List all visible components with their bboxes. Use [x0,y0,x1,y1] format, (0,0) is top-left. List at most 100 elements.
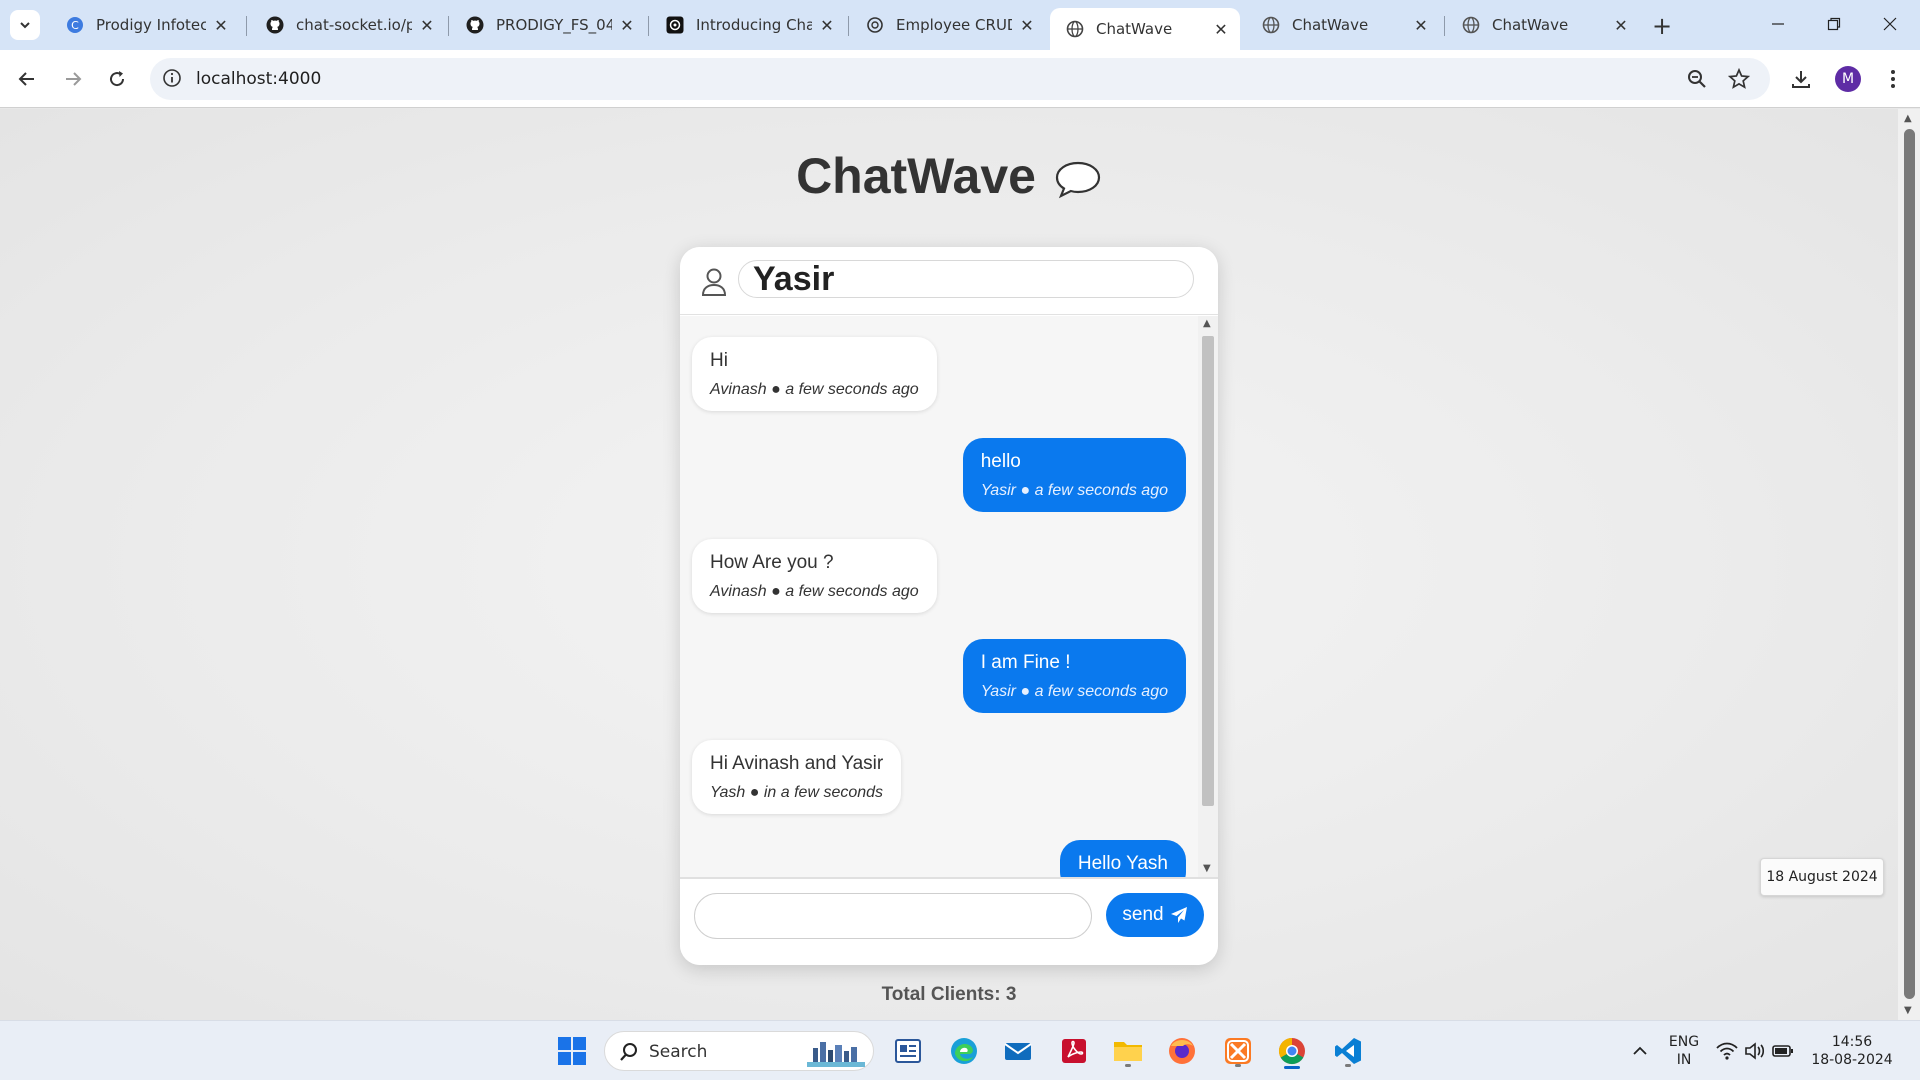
running-indicator [1235,1064,1241,1067]
restore-icon [1827,17,1841,31]
globe-icon [1262,16,1280,34]
start-button[interactable] [552,1031,592,1071]
taskbar-app-widgets[interactable] [888,1031,928,1071]
browser-tab[interactable]: ChatWave ✕ [1446,8,1640,42]
message-input[interactable] [694,893,1092,939]
message-meta: Avinash ● a few seconds ago [710,581,919,603]
tab-search-button[interactable] [10,10,40,40]
meta-separator: ● [771,583,781,600]
message-received: How Are you ? Avinash ● a few seconds ag… [692,539,937,613]
close-icon[interactable]: ✕ [1018,16,1036,35]
taskbar-app-xampp[interactable] [1218,1031,1258,1071]
browser-tab-active[interactable]: ChatWave ✕ [1050,8,1240,50]
tab-title: Employee CRUD [896,16,1012,34]
edge-icon [951,1038,977,1064]
tab-title: ChatWave [1292,16,1369,34]
profile-button[interactable]: M [1831,62,1865,96]
close-icon[interactable]: ✕ [1612,16,1630,35]
language-indicator[interactable]: ENG IN [1664,1033,1704,1069]
message-meta: Yasir ● a few seconds ago [981,681,1168,703]
downloads-button[interactable] [1784,62,1818,96]
back-button[interactable] [10,62,44,96]
close-icon[interactable]: ✕ [818,16,836,35]
browser-tab[interactable]: chat-socket.io/pu ✕ [250,8,446,42]
close-icon[interactable]: ✕ [212,16,230,35]
forward-button[interactable] [56,62,90,96]
browser-tab[interactable]: PRODIGY_FS_04/ ✕ [450,8,646,42]
taskbar-app-explorer[interactable] [1108,1031,1148,1071]
page-content: ChatWave Yasir Hi Avinash ● a few second… [0,109,1898,1020]
clock-date: 18-08-2024 [1811,1052,1893,1068]
new-tab-button[interactable]: + [1648,12,1676,40]
svg-text:C: C [71,19,79,32]
taskbar-app-vscode[interactable] [1328,1031,1368,1071]
message-author: Yasir [980,683,1016,700]
close-window-button[interactable] [1862,0,1918,48]
paper-plane-icon [1170,907,1187,923]
active-indicator [1284,1066,1300,1069]
scroll-down-icon[interactable]: ▼ [1203,863,1211,874]
scroll-up-icon[interactable]: ▲ [1904,113,1912,124]
scrollbar-thumb[interactable] [1202,336,1214,806]
chrome-icon [1278,1037,1305,1065]
close-icon[interactable]: ✕ [1412,16,1430,35]
show-hidden-icons-button[interactable] [1620,1031,1660,1071]
globe-icon [1462,16,1480,34]
browser-tab[interactable]: ChatWave ✕ [1246,8,1440,42]
page-title: ChatWave [0,147,1898,205]
xampp-icon [1225,1038,1251,1064]
message-list[interactable]: Hi Avinash ● a few seconds ago hello Yas… [680,316,1218,877]
browser-tab[interactable]: C Prodigy Infotech ✕ [50,8,240,42]
reload-button[interactable] [100,62,134,96]
username-bar: Yasir [680,247,1218,315]
address-bar[interactable]: localhost:4000 [150,58,1770,100]
close-icon[interactable]: ✕ [418,16,436,35]
close-icon[interactable]: ✕ [618,16,636,35]
arrow-right-icon [66,72,82,86]
bookmark-star-icon[interactable] [1728,68,1750,90]
meta-separator: ● [771,381,781,398]
taskbar-search[interactable]: Search [604,1031,874,1071]
taskbar-app-edge[interactable] [944,1031,984,1071]
scroll-down-icon[interactable]: ▼ [1904,1005,1912,1016]
message-author: Avinash [710,583,767,600]
tab-divider [648,16,649,36]
url-text[interactable]: localhost:4000 [196,69,321,89]
message-scrollbar[interactable]: ▲ ▼ [1198,316,1218,877]
clock-time: 14:56 [1831,1034,1873,1050]
minimize-button[interactable] [1750,0,1806,48]
scroll-up-icon[interactable]: ▲ [1203,318,1211,329]
message-author: Avinash [710,381,767,398]
scrollbar-thumb[interactable] [1904,129,1915,999]
browser-menu-button[interactable] [1876,62,1910,96]
message-sent: hello Yasir ● a few seconds ago [962,438,1186,512]
github-icon [266,16,284,34]
region-code: IN [1676,1052,1692,1068]
site-info-icon[interactable] [162,68,182,88]
taskbar-app-chrome[interactable] [1272,1031,1312,1071]
taskbar-app-acrobat[interactable] [1054,1031,1094,1071]
tab-divider [848,16,849,36]
message-text: How Are you ? [710,552,834,573]
language-code: ENG [1668,1034,1700,1050]
folder-icon [1114,1042,1142,1061]
close-icon[interactable]: ✕ [1212,20,1230,39]
prodigy-icon: C [67,17,83,33]
taskbar-app-firefox[interactable] [1162,1031,1202,1071]
chat-window: Yasir Hi Avinash ● a few seconds ago hel… [680,247,1218,965]
browser-tab[interactable]: Introducing Chat ✕ [650,8,846,42]
restore-button[interactable] [1806,0,1862,48]
send-button[interactable]: send [1106,893,1204,937]
browser-tab[interactable]: Employee CRUD ✕ [850,8,1046,42]
mail-icon [1004,1043,1032,1060]
username-input[interactable]: Yasir [738,260,1194,298]
zoom-icon[interactable] [1686,68,1708,90]
search-icon [620,1043,637,1061]
message-sent: I am Fine ! Yasir ● a few seconds ago [962,639,1186,713]
system-tray-status[interactable] [1712,1031,1798,1071]
page-scrollbar[interactable]: ▲ ▼ [1898,109,1920,1020]
taskbar-app-mail[interactable] [998,1031,1038,1071]
send-label: send [1122,904,1164,925]
minimize-icon [1772,23,1784,25]
clock[interactable]: 14:56 18-08-2024 [1810,1033,1894,1069]
